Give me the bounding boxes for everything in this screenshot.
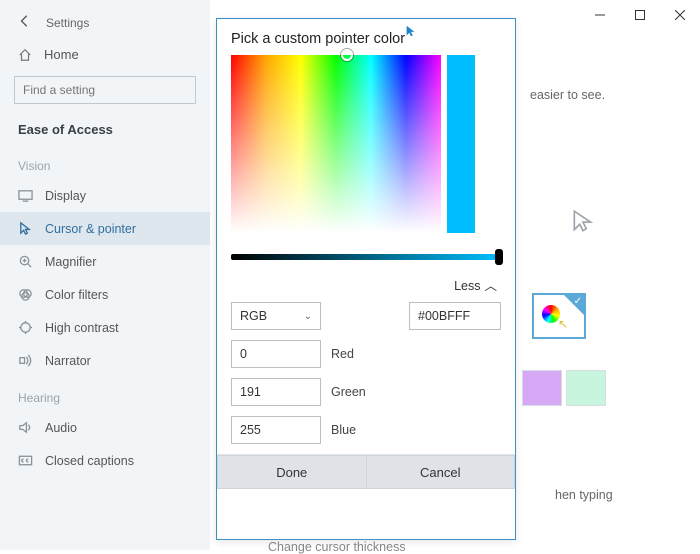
pointer-mini-icon: ↖ bbox=[558, 317, 568, 331]
sidebar-item-high-contrast[interactable]: High contrast bbox=[0, 311, 210, 344]
hex-input[interactable] bbox=[409, 302, 501, 330]
sidebar-item-label: Narrator bbox=[45, 354, 91, 368]
partial-text: hen typing bbox=[555, 488, 613, 502]
format-value: RGB bbox=[240, 309, 267, 323]
saturation-field[interactable] bbox=[231, 55, 441, 233]
sidebar-item-magnifier[interactable]: Magnifier bbox=[0, 245, 210, 278]
display-icon bbox=[18, 188, 33, 203]
audio-icon bbox=[18, 420, 33, 435]
green-input[interactable] bbox=[231, 378, 321, 406]
dialog-title: Pick a custom pointer color bbox=[217, 19, 515, 55]
sidebar-item-label: Audio bbox=[45, 421, 77, 435]
pointer-preview-icon bbox=[570, 208, 596, 237]
section-header: Ease of Access bbox=[0, 114, 210, 145]
close-button[interactable] bbox=[660, 0, 700, 30]
home-icon bbox=[18, 48, 32, 62]
color-filters-icon bbox=[18, 287, 33, 302]
blue-label: Blue bbox=[331, 423, 356, 437]
sidebar-item-cursor-pointer[interactable]: Cursor & pointer bbox=[0, 212, 210, 245]
back-button[interactable] bbox=[18, 14, 32, 31]
sidebar-item-label: High contrast bbox=[45, 321, 119, 335]
sidebar-item-label: Display bbox=[45, 189, 86, 203]
high-contrast-icon bbox=[18, 320, 33, 335]
done-button[interactable]: Done bbox=[217, 455, 367, 489]
window-controls bbox=[580, 0, 700, 30]
cursor-overlay-icon bbox=[404, 24, 418, 41]
magnifier-icon bbox=[18, 254, 33, 269]
search-input[interactable] bbox=[14, 76, 196, 104]
sidebar-item-label: Color filters bbox=[45, 288, 108, 302]
sidebar-item-narrator[interactable]: Narrator bbox=[0, 344, 210, 377]
chevron-down-icon: ⌄ bbox=[304, 311, 312, 322]
sidebar-item-display[interactable]: Display bbox=[0, 179, 210, 212]
blue-input[interactable] bbox=[231, 416, 321, 444]
group-hearing: Hearing bbox=[0, 377, 210, 411]
sidebar-item-label: Magnifier bbox=[45, 255, 96, 269]
narrator-icon bbox=[18, 353, 33, 368]
color-format-select[interactable]: RGB ⌄ bbox=[231, 302, 321, 330]
color-swatch[interactable] bbox=[522, 370, 562, 406]
slider-track bbox=[231, 254, 501, 260]
maximize-button[interactable] bbox=[620, 0, 660, 30]
checkmark-icon: ✓ bbox=[574, 296, 582, 307]
minimize-button[interactable] bbox=[580, 0, 620, 30]
cancel-button[interactable]: Cancel bbox=[367, 455, 516, 489]
search-container bbox=[14, 76, 196, 104]
custom-color-swatch[interactable]: ✓ ↖ bbox=[532, 293, 586, 339]
chevron-up-icon: ︿ bbox=[484, 275, 497, 294]
red-input[interactable] bbox=[231, 340, 321, 368]
color-swatch[interactable] bbox=[566, 370, 606, 406]
sidebar-item-closed-captions[interactable]: Closed captions bbox=[0, 444, 210, 477]
red-label: Red bbox=[331, 347, 354, 361]
sidebar-item-label: Closed captions bbox=[45, 454, 134, 468]
home-label: Home bbox=[44, 47, 79, 62]
picker-handle[interactable] bbox=[341, 49, 353, 61]
sidebar-item-audio[interactable]: Audio bbox=[0, 411, 210, 444]
suggested-swatches bbox=[522, 370, 606, 406]
sidebar-item-label: Cursor & pointer bbox=[45, 222, 136, 236]
sidebar: Settings Home Ease of Access Vision Disp… bbox=[0, 0, 210, 550]
hue-preview[interactable] bbox=[447, 55, 475, 233]
value-slider[interactable] bbox=[231, 251, 501, 263]
sidebar-item-color-filters[interactable]: Color filters bbox=[0, 278, 210, 311]
less-toggle[interactable]: Less︿ bbox=[454, 279, 497, 293]
partial-text: easier to see. bbox=[530, 88, 605, 102]
thickness-label: Change cursor thickness bbox=[268, 540, 406, 554]
sidebar-home[interactable]: Home bbox=[0, 37, 210, 72]
color-picker-dialog: Pick a custom pointer color Less︿ RGB ⌄ … bbox=[216, 18, 516, 540]
closed-captions-icon bbox=[18, 453, 33, 468]
cursor-icon bbox=[18, 221, 33, 236]
slider-thumb[interactable] bbox=[495, 249, 503, 265]
app-title: Settings bbox=[46, 16, 89, 30]
green-label: Green bbox=[331, 385, 366, 399]
group-vision: Vision bbox=[0, 145, 210, 179]
